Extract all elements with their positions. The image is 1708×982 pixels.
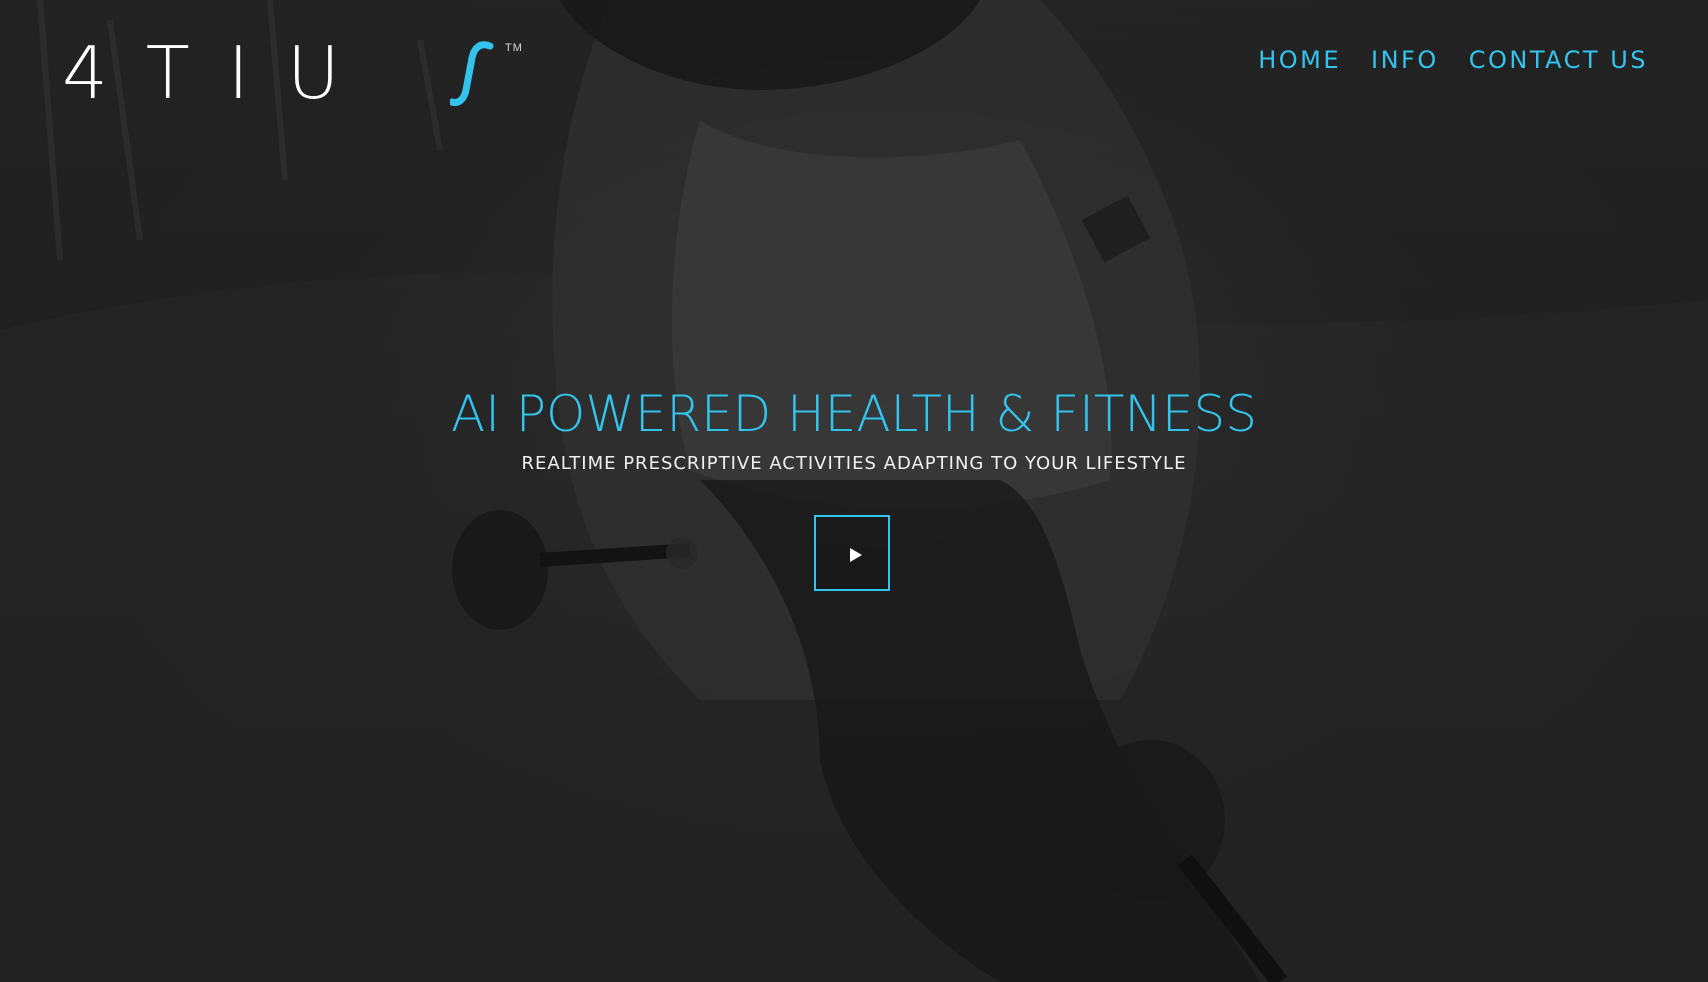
nav-contact-us[interactable]: CONTACT US (1469, 46, 1648, 74)
main-navigation: HOME INFO CONTACT US (1258, 46, 1648, 74)
trademark-symbol: TM (505, 42, 523, 54)
logo-wordmark: 4TIU (62, 31, 378, 115)
hero-subtitle: REALTIME PRESCRIPTIVE ACTIVITIES ADAPTIN… (521, 453, 1187, 474)
nav-info[interactable]: INFO (1371, 46, 1439, 74)
hero-section: AI POWERED HEALTH & FITNESS REALTIME PRE… (0, 382, 1708, 476)
dark-overlay (0, 0, 1708, 982)
nav-home[interactable]: HOME (1258, 46, 1341, 74)
play-video-button[interactable] (814, 515, 890, 591)
brand-logo[interactable]: 4TIU TM (62, 31, 522, 115)
logo-s-swoosh-icon (450, 41, 494, 106)
play-icon (850, 548, 862, 562)
hero-page: 4TIU TM HOME INFO CONTACT US AI POWERED … (0, 0, 1708, 982)
site-header: 4TIU TM HOME INFO CONTACT US (0, 0, 1708, 130)
hero-title: AI POWERED HEALTH & FITNESS (451, 385, 1257, 443)
